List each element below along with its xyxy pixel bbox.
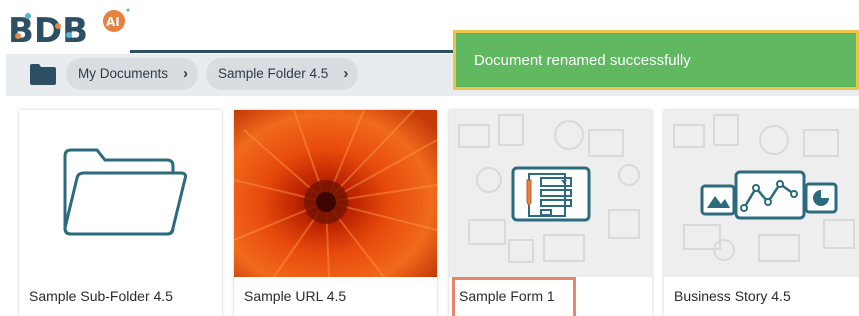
folder-icon[interactable] xyxy=(30,63,56,85)
story-icon xyxy=(673,114,855,262)
rename-highlight xyxy=(452,277,576,316)
chevron-right-icon: › xyxy=(343,65,349,82)
breadcrumb-label: My Documents xyxy=(78,66,169,81)
svg-text:BDB: BDB xyxy=(8,11,88,48)
card-thumbnail xyxy=(19,110,222,277)
bdb-logo[interactable]: BDB AI xyxy=(6,4,136,48)
success-toast: Document renamed successfully xyxy=(453,30,859,90)
breadcrumb-my-documents[interactable]: My Documents › xyxy=(66,58,199,90)
document-card-url[interactable]: Sample URL 4.5 xyxy=(234,110,437,316)
ai-badge: AI xyxy=(106,15,120,29)
form-icon xyxy=(458,114,640,263)
card-thumbnail xyxy=(234,110,437,277)
card-thumbnail xyxy=(449,110,652,277)
card-title: Business Story 4.5 xyxy=(674,288,791,304)
document-card-story[interactable]: Business Story 4.5 xyxy=(664,110,859,316)
card-title: Sample URL 4.5 xyxy=(244,288,347,304)
breadcrumb-label: Sample Folder 4.5 xyxy=(218,66,329,81)
breadcrumb-sample-folder[interactable]: Sample Folder 4.5 › xyxy=(206,58,359,90)
flower-image xyxy=(234,110,437,277)
chevron-right-icon: › xyxy=(183,65,189,82)
toast-message: Document renamed successfully xyxy=(474,52,691,69)
card-thumbnail xyxy=(664,110,859,277)
folder-icon xyxy=(63,148,187,236)
document-card-folder[interactable]: Sample Sub-Folder 4.5 xyxy=(19,110,222,316)
card-title: Sample Sub-Folder 4.5 xyxy=(29,288,173,304)
